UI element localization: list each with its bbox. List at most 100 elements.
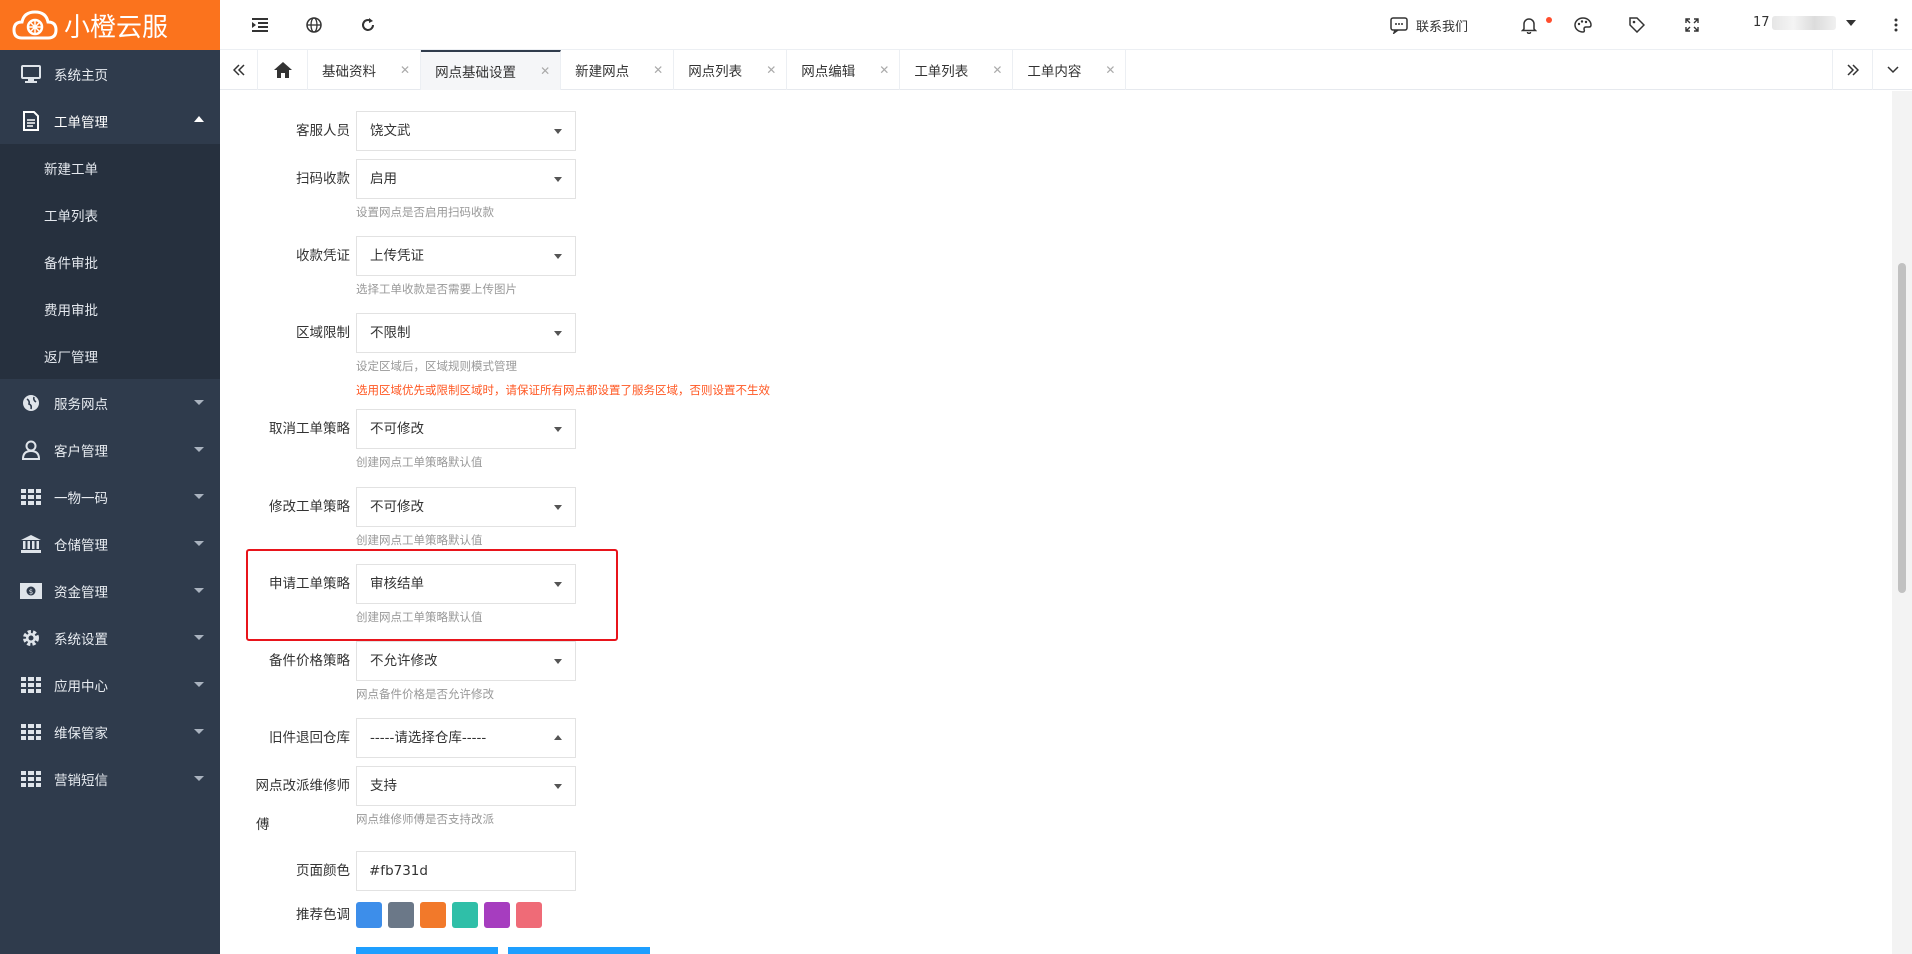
sidebar-subitem-new-workorder[interactable]: 新建工单 [0, 144, 220, 191]
tab-workorder-list[interactable]: 工单列表 ✕ [900, 50, 1014, 90]
scrollbar-thumb[interactable] [1898, 263, 1906, 593]
caret-down-icon [554, 427, 562, 432]
close-icon[interactable]: ✕ [540, 64, 550, 78]
menu-toggle-icon[interactable] [248, 13, 272, 37]
cancel-policy-label: 取消工单策略 [269, 421, 350, 437]
caret-down-icon [554, 784, 562, 789]
caret-down-icon [554, 254, 562, 259]
caret-down-icon [554, 129, 562, 134]
tab-dropdown-button[interactable] [1872, 50, 1912, 90]
sidebar-item-sms-marketing[interactable]: 营销短信 [0, 755, 220, 802]
caret-up-icon [554, 735, 562, 740]
apply-policy-select[interactable]: 审核结单 [356, 564, 576, 604]
chevron-down-icon [1886, 66, 1899, 74]
close-icon[interactable]: ✕ [653, 63, 663, 77]
select-value: 支持 [370, 778, 397, 794]
tab-basic-data[interactable]: 基础资料 ✕ [308, 50, 422, 90]
select-value: 不限制 [370, 325, 411, 341]
tab-label: 工单内容 [1027, 64, 1082, 80]
tab-scroll-left-button[interactable] [220, 50, 258, 90]
notification-dot [1546, 17, 1552, 23]
color-swatch-pink[interactable] [516, 902, 542, 928]
tab-scroll-right-button[interactable] [1832, 50, 1872, 90]
tab-bar: 基础资料 ✕ 网点基础设置 ✕ 新建网点 ✕ 网点列表 ✕ 网点编辑 ✕ 工单列表 ✕ 工单… [220, 50, 1912, 90]
chevron-up-icon [194, 116, 204, 122]
color-swatch-slate[interactable] [388, 902, 414, 928]
cancel-policy-select[interactable]: 不可修改 [356, 409, 576, 449]
apply-policy-label: 申请工单策略 [269, 576, 350, 592]
sidebar-item-system-settings[interactable]: 系统设置 [0, 614, 220, 661]
tab-workorder-content[interactable]: 工单内容 ✕ [1013, 50, 1127, 90]
sidebar-subitem-fee-approval[interactable]: 费用审批 [0, 285, 220, 332]
customer-service-select[interactable]: 饶文武 [356, 111, 576, 151]
logo[interactable]: 小橙云服 [0, 0, 220, 50]
tab-outlet-basic-settings[interactable]: 网点基础设置 ✕ [421, 50, 562, 90]
contact-us-button[interactable]: 联系我们 [1390, 0, 1468, 50]
close-icon[interactable]: ✕ [766, 63, 776, 77]
color-swatch-orange[interactable] [420, 902, 446, 928]
refresh-icon[interactable] [356, 13, 380, 37]
close-icon[interactable]: ✕ [992, 63, 1002, 77]
tab-home[interactable] [258, 50, 308, 90]
close-icon[interactable]: ✕ [1105, 63, 1115, 77]
fullscreen-icon[interactable] [1680, 13, 1704, 37]
tag-icon[interactable] [1625, 13, 1649, 37]
close-icon[interactable]: ✕ [400, 63, 410, 77]
sidebar-subitem-parts-approval[interactable]: 备件审批 [0, 238, 220, 285]
apply-policy-hint: 创建网点工单策略默认值 [356, 610, 483, 624]
sidebar-subitem-workorder-list[interactable]: 工单列表 [0, 191, 220, 238]
color-swatch-purple[interactable] [484, 902, 510, 928]
sidebar-item-workorder[interactable]: 工单管理 [0, 97, 220, 144]
palette-icon[interactable] [1571, 13, 1595, 37]
tab-outlet-edit[interactable]: 网点编辑 ✕ [787, 50, 901, 90]
sidebar-item-label: 营销短信 [54, 772, 108, 789]
sidebar-item-app-center[interactable]: 应用中心 [0, 661, 220, 708]
sidebar-item-finance[interactable]: $ 资金管理 [0, 567, 220, 614]
return-warehouse-select[interactable]: -----请选择仓库----- [356, 718, 576, 758]
color-swatch-blue[interactable] [356, 902, 382, 928]
page-color-label: 页面颜色 [296, 863, 350, 879]
sidebar-subitem-return-factory[interactable]: 返厂管理 [0, 332, 220, 379]
bell-icon[interactable] [1517, 13, 1541, 37]
money-icon: $ [20, 580, 42, 602]
tab-outlet-list[interactable]: 网点列表 ✕ [674, 50, 788, 90]
select-value: -----请选择仓库----- [370, 730, 487, 746]
parts-price-select[interactable]: 不允许修改 [356, 641, 576, 681]
tab-label: 网点基础设置 [435, 65, 517, 81]
close-icon[interactable]: ✕ [879, 63, 889, 77]
sidebar-item-home[interactable]: 系统主页 [0, 50, 220, 97]
sidebar-item-service-outlets[interactable]: 服务网点 [0, 379, 220, 426]
parts-price-hint: 网点备件价格是否允许修改 [356, 687, 494, 701]
page-color-input[interactable]: #fb731d [356, 851, 576, 891]
region-limit-select[interactable]: 不限制 [356, 313, 576, 353]
scan-payment-label: 扫码收款 [296, 171, 350, 187]
vertical-scrollbar[interactable] [1892, 91, 1912, 954]
payment-voucher-label: 收款凭证 [296, 248, 350, 264]
sidebar-item-customers[interactable]: 客户管理 [0, 426, 220, 473]
select-value: 不可修改 [370, 421, 424, 437]
payment-voucher-hint: 选择工单收款是否需要上传图片 [356, 282, 517, 296]
save-button[interactable] [356, 947, 498, 954]
customer-service-label: 客服人员 [296, 123, 350, 139]
sidebar: 小橙云服 系统主页 工单管理 新建工单 工单列表 备件审批 费用审批 返厂管理 … [0, 0, 220, 954]
scan-payment-select[interactable]: 启用 [356, 159, 576, 199]
user-menu[interactable]: 17 [1753, 15, 1856, 30]
sidebar-item-warehouse[interactable]: 仓储管理 [0, 520, 220, 567]
payment-voucher-select[interactable]: 上传凭证 [356, 236, 576, 276]
sidebar-item-one-code[interactable]: 一物一码 [0, 473, 220, 520]
caret-down-icon [554, 659, 562, 664]
select-value: 不允许修改 [370, 653, 438, 669]
tab-label: 网点编辑 [801, 64, 856, 80]
color-swatch-teal[interactable] [452, 902, 478, 928]
sidebar-item-maintenance[interactable]: 维保管家 [0, 708, 220, 755]
tab-new-outlet[interactable]: 新建网点 ✕ [561, 50, 675, 90]
logo-text: 小橙云服 [64, 12, 169, 43]
grid-icon [20, 721, 42, 743]
caret-down-icon [554, 505, 562, 510]
more-vertical-icon[interactable] [1884, 13, 1908, 37]
reassign-select[interactable]: 支持 [356, 766, 576, 806]
workorder-submenu: 新建工单 工单列表 备件审批 费用审批 返厂管理 [0, 144, 220, 379]
globe-icon[interactable] [302, 13, 326, 37]
reset-button[interactable] [508, 947, 650, 954]
modify-policy-select[interactable]: 不可修改 [356, 487, 576, 527]
